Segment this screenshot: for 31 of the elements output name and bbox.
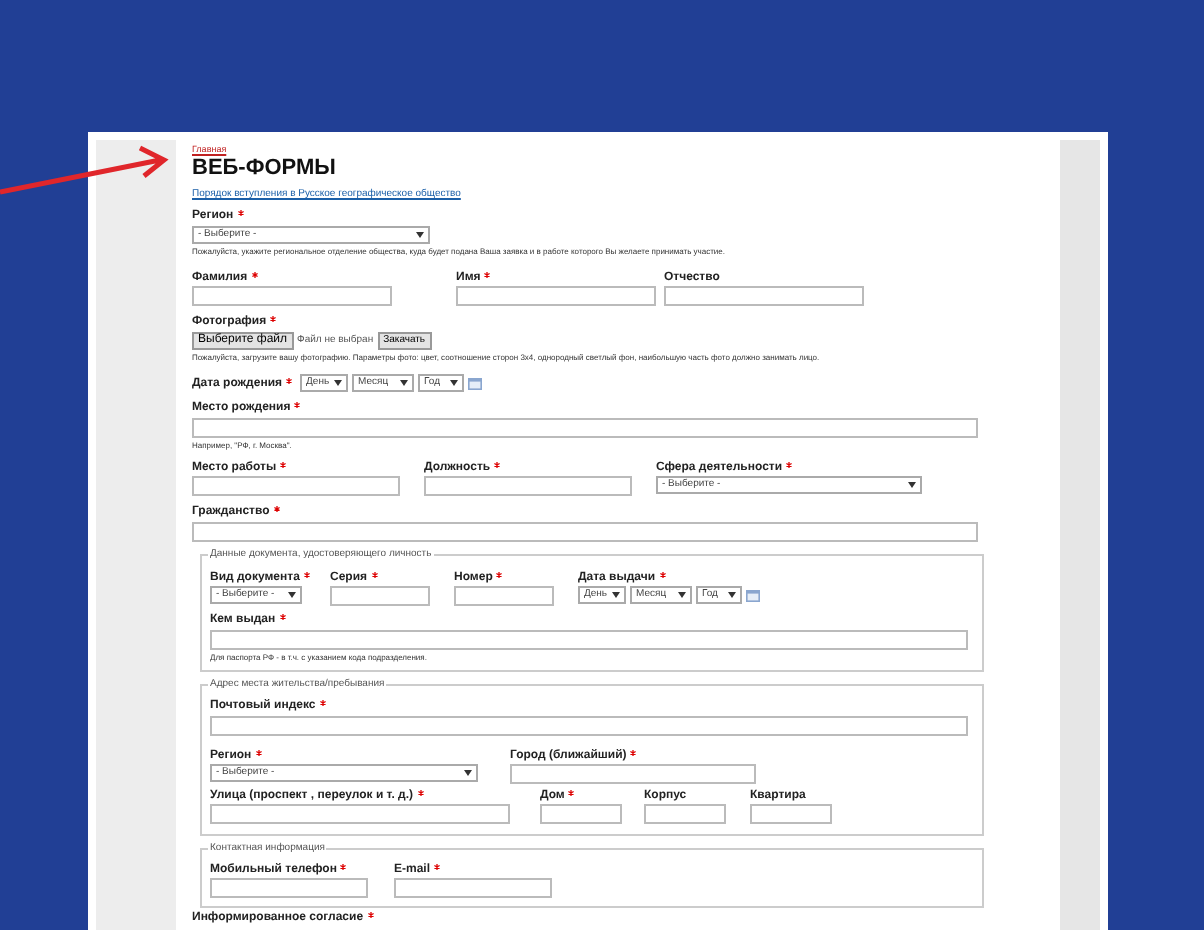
caret-icon <box>678 592 686 598</box>
text-field[interactable] <box>454 586 554 606</box>
caret-icon <box>908 482 916 488</box>
page-title: ВЕБ-ФОРМЫ <box>192 156 338 182</box>
text-field[interactable] <box>210 630 968 650</box>
text-field[interactable] <box>456 286 656 306</box>
calendar-icon[interactable] <box>746 589 760 601</box>
text-field[interactable] <box>664 286 864 306</box>
text-field[interactable] <box>510 764 756 784</box>
caret-icon <box>450 380 459 386</box>
caret-icon <box>416 232 424 238</box>
text-field[interactable] <box>210 804 510 824</box>
text-field[interactable] <box>210 716 968 736</box>
text-field[interactable] <box>192 286 392 306</box>
text-field[interactable] <box>192 522 978 542</box>
caret-icon <box>612 592 620 598</box>
caret-icon <box>288 592 296 598</box>
caret-icon <box>464 770 472 776</box>
text-field[interactable] <box>210 878 368 898</box>
text-field[interactable] <box>424 476 632 496</box>
caret-icon <box>400 380 409 386</box>
text-field[interactable] <box>192 418 978 438</box>
caret-icon <box>728 592 736 598</box>
text-field[interactable] <box>330 586 430 606</box>
text-field[interactable] <box>750 804 832 824</box>
text-field[interactable] <box>540 804 622 824</box>
text-field[interactable] <box>644 804 726 824</box>
calendar-icon[interactable] <box>468 377 483 389</box>
text-field[interactable] <box>192 476 400 496</box>
caret-icon <box>334 380 343 386</box>
text-field[interactable] <box>394 878 552 898</box>
